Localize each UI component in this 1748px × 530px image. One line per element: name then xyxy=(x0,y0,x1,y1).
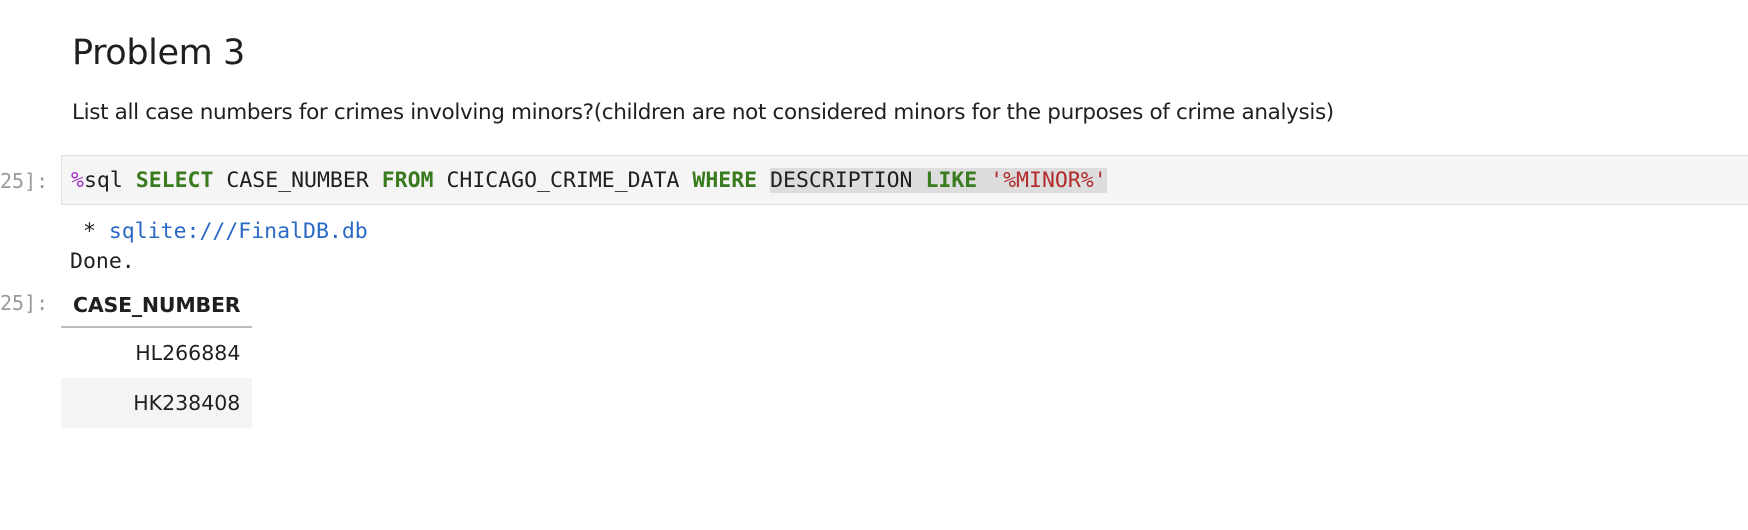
markdown-heading: Problem 3 xyxy=(72,33,245,73)
code-line[interactable]: %sql SELECT CASE_NUMBER FROM CHICAGO_CRI… xyxy=(71,166,1107,196)
table-name: CHICAGO_CRIME_DATA xyxy=(446,168,680,193)
table-row: HK238408 xyxy=(61,378,253,428)
input-prompt: 25]: xyxy=(0,169,49,193)
table-row: HL266884 xyxy=(61,327,252,378)
table-header-row: CASE_NUMBER xyxy=(61,283,253,328)
output-status: Done. xyxy=(70,249,135,274)
keyword-select: SELECT xyxy=(135,168,214,193)
result-table: CASE_NUMBER HL266884 HK238408 xyxy=(61,283,253,428)
output-prompt: 25]: xyxy=(0,291,49,315)
table-cell: HL266884 xyxy=(135,341,241,365)
column-name: CASE_NUMBER xyxy=(226,168,369,193)
bullet-marker: * xyxy=(70,219,109,244)
magic-symbol: % xyxy=(71,168,84,193)
keyword-from: FROM xyxy=(381,168,434,193)
column-header-case-number: CASE_NUMBER xyxy=(61,283,253,328)
field-name: DESCRIPTION xyxy=(770,168,913,193)
selected-text: DESCRIPTION LIKE '%MINOR%' xyxy=(770,168,1107,193)
keyword-where: WHERE xyxy=(692,168,758,193)
magic-name: sql xyxy=(83,168,123,193)
string-pattern: '%MINOR%' xyxy=(990,168,1107,193)
code-cell-editor[interactable]: %sql SELECT CASE_NUMBER FROM CHICAGO_CRI… xyxy=(61,155,1748,205)
table-cell: HK238408 xyxy=(61,378,253,428)
keyword-like: LIKE xyxy=(925,168,978,193)
output-connection-line: * sqlite:///FinalDB.db xyxy=(70,217,368,247)
connection-link[interactable]: sqlite:///FinalDB.db xyxy=(109,219,368,244)
markdown-description: List all case numbers for crimes involvi… xyxy=(72,100,1334,125)
